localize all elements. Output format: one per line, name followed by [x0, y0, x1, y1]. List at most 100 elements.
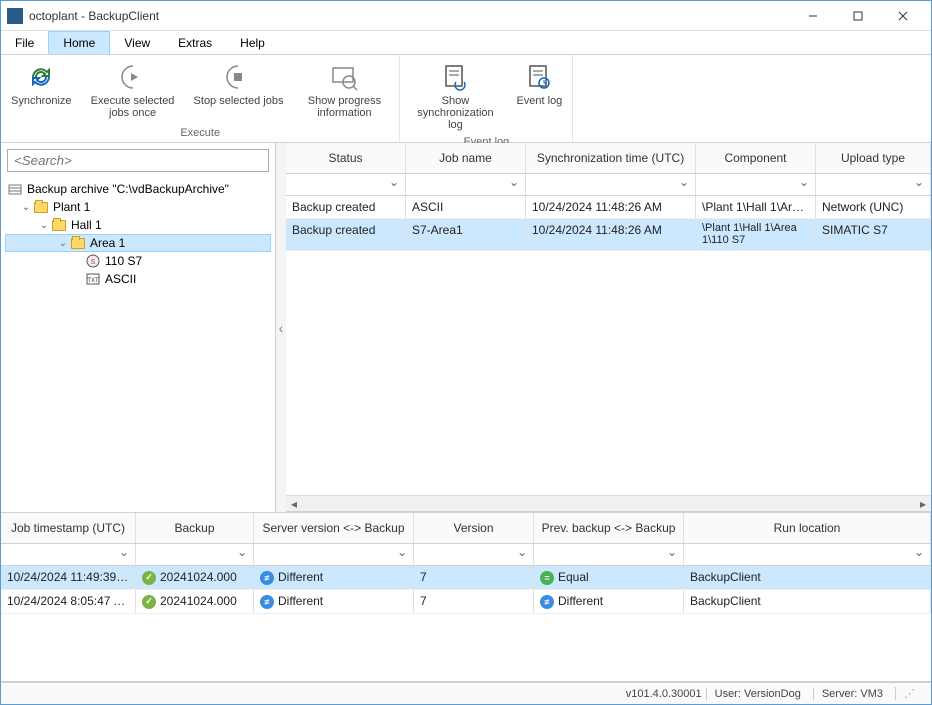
menu-extras[interactable]: Extras: [164, 31, 226, 54]
ribbon-group-execute-title: Execute: [3, 126, 397, 140]
show-sync-log-button[interactable]: Show synchronization log: [402, 57, 508, 135]
filter-ts[interactable]: [1, 544, 136, 565]
menu-view[interactable]: View: [110, 31, 164, 54]
synchronize-label: Synchronize: [11, 95, 72, 107]
cell-component: \Plant 1\Hall 1\Area ...: [696, 196, 816, 218]
minimize-button[interactable]: [790, 2, 835, 30]
close-button[interactable]: [880, 2, 925, 30]
splitter[interactable]: ‹: [276, 143, 286, 512]
progress-icon: [328, 61, 360, 93]
filter-component[interactable]: [696, 174, 816, 195]
statusbar: v101.4.0.30001 User: VersionDog Server: …: [1, 682, 931, 704]
history-grid-header: Job timestamp (UTC) Backup Server versio…: [1, 513, 931, 544]
jobs-grid-filter: [286, 174, 931, 196]
expander-icon[interactable]: ⌄: [37, 220, 51, 231]
filter-backup[interactable]: [136, 544, 254, 565]
col-jobname[interactable]: Job name: [406, 143, 526, 173]
maximize-button[interactable]: [835, 2, 880, 30]
ribbon-group-eventlog: Show synchronization log Event log Event…: [400, 55, 573, 142]
folder-icon: [70, 236, 86, 250]
folder-icon: [51, 218, 67, 232]
cell-runloc: BackupClient: [684, 566, 931, 589]
hscrollbar[interactable]: ◂ ▸: [286, 495, 931, 511]
show-progress-label: Show progress information: [299, 95, 389, 119]
jobs-grid: Status Job name Synchronization time (UT…: [286, 143, 931, 512]
status-version: v101.4.0.30001: [626, 688, 702, 700]
tree-area-label: Area 1: [90, 236, 125, 250]
show-progress-button[interactable]: Show progress information: [291, 57, 397, 126]
diff-icon: ≠: [260, 595, 274, 609]
menu-file[interactable]: File: [1, 31, 48, 54]
col-version[interactable]: Version: [414, 513, 534, 543]
scroll-left-icon[interactable]: ◂: [286, 497, 302, 511]
table-row[interactable]: Backup created S7-Area1 10/24/2024 11:48…: [286, 219, 931, 251]
cell-uploadtype: SIMATIC S7: [816, 219, 931, 250]
sync-icon: [25, 61, 57, 93]
col-synctime[interactable]: Synchronization time (UTC): [526, 143, 696, 173]
col-status[interactable]: Status: [286, 143, 406, 173]
col-component[interactable]: Component: [696, 143, 816, 173]
menu-home[interactable]: Home: [48, 31, 110, 54]
diff-icon: ≠: [540, 595, 554, 609]
expander-icon[interactable]: ⌄: [56, 238, 70, 249]
filter-uploadtype[interactable]: [816, 174, 931, 195]
filter-version[interactable]: [414, 544, 534, 565]
tree-hall[interactable]: ⌄ Hall 1: [5, 216, 271, 234]
filter-pbb[interactable]: [534, 544, 684, 565]
main: Status Job name Synchronization time (UT…: [286, 143, 931, 512]
scroll-right-icon[interactable]: ▸: [915, 497, 931, 511]
cell-status: Backup created: [286, 219, 406, 250]
sidebar: Backup archive "C:\vdBackupArchive" ⌄ Pl…: [1, 143, 276, 512]
expander-icon[interactable]: ⌄: [19, 202, 33, 213]
filter-svb[interactable]: [254, 544, 414, 565]
svg-text:S: S: [91, 259, 96, 266]
filter-status[interactable]: [286, 174, 406, 195]
col-uploadtype[interactable]: Upload type: [816, 143, 931, 173]
text-icon: TXT: [85, 272, 101, 286]
cell-pbb: ≠Different: [534, 590, 684, 613]
tree-hall-label: Hall 1: [71, 218, 102, 232]
tree-s7[interactable]: S 110 S7: [5, 252, 271, 270]
stop-selected-label: Stop selected jobs: [194, 95, 284, 107]
col-ts[interactable]: Job timestamp (UTC): [1, 513, 136, 543]
synchronize-button[interactable]: Synchronize: [3, 57, 80, 126]
menu-help[interactable]: Help: [226, 31, 279, 54]
cell-svb: ≠Different: [254, 566, 414, 589]
tree-plant-label: Plant 1: [53, 200, 90, 214]
event-log-button[interactable]: Event log: [508, 57, 570, 135]
sync-log-icon: [439, 61, 471, 93]
history-grid: Job timestamp (UTC) Backup Server versio…: [1, 513, 931, 682]
stop-selected-button[interactable]: Stop selected jobs: [186, 57, 292, 126]
col-runloc[interactable]: Run location: [684, 513, 931, 543]
cell-component: \Plant 1\Hall 1\Area 1\110 S7: [696, 219, 816, 250]
table-row[interactable]: 10/24/2024 8:05:47 AM ✓20241024.000 ≠Dif…: [1, 590, 931, 614]
stop-icon: [222, 61, 254, 93]
filter-synctime[interactable]: [526, 174, 696, 195]
table-row[interactable]: 10/24/2024 11:49:39 AM ✓20241024.000 ≠Di…: [1, 566, 931, 590]
execute-selected-button[interactable]: Execute selected jobs once: [80, 57, 186, 126]
col-svb[interactable]: Server version <-> Backup: [254, 513, 414, 543]
execute-selected-label: Execute selected jobs once: [88, 95, 178, 119]
event-log-label: Event log: [516, 95, 562, 107]
table-row[interactable]: Backup created ASCII 10/24/2024 11:48:26…: [286, 196, 931, 219]
equal-icon: =: [540, 571, 554, 585]
col-pbb[interactable]: Prev. backup <-> Backup: [534, 513, 684, 543]
tree-ascii[interactable]: TXT ASCII: [5, 270, 271, 288]
tree-root[interactable]: Backup archive "C:\vdBackupArchive": [5, 180, 271, 198]
tree-plant[interactable]: ⌄ Plant 1: [5, 198, 271, 216]
search-input[interactable]: [7, 149, 269, 172]
scroll-track[interactable]: [302, 498, 915, 510]
folder-icon: [33, 200, 49, 214]
cell-backup: ✓20241024.000: [136, 590, 254, 613]
tree-ascii-label: ASCII: [105, 272, 136, 286]
resize-grip-icon[interactable]: ⋰: [895, 687, 923, 700]
cell-backup: ✓20241024.000: [136, 566, 254, 589]
history-grid-body: 10/24/2024 11:49:39 AM ✓20241024.000 ≠Di…: [1, 566, 931, 681]
tree-root-label: Backup archive "C:\vdBackupArchive": [27, 182, 229, 196]
filter-jobname[interactable]: [406, 174, 526, 195]
ok-icon: ✓: [142, 571, 156, 585]
archive-icon: [7, 182, 23, 196]
filter-runloc[interactable]: [684, 544, 931, 565]
tree-area[interactable]: ⌄ Area 1: [5, 234, 271, 252]
col-backup[interactable]: Backup: [136, 513, 254, 543]
